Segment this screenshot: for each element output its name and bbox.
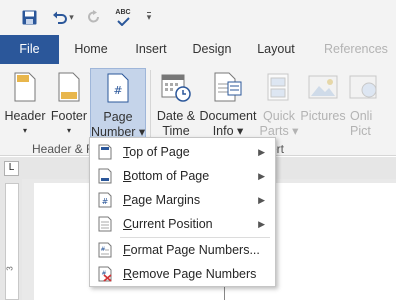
footer-label: Footer xyxy=(50,109,88,123)
undo-dropdown-arrow[interactable]: ▾ xyxy=(69,12,74,23)
menu-item-label: Top of Page xyxy=(123,145,190,159)
svg-text:#: # xyxy=(100,246,105,253)
spelling-label: ABC xyxy=(115,8,131,16)
header-icon xyxy=(14,72,36,102)
quick-access-toolbar: ▾ ABC ▾ xyxy=(0,0,396,35)
save-button[interactable] xyxy=(18,6,40,28)
menu-item-label: Bottom of Page xyxy=(123,169,210,183)
save-icon xyxy=(22,10,36,24)
calendar-icon xyxy=(161,74,191,102)
undo-icon xyxy=(53,11,68,24)
menu-item-remove-page-numbers[interactable]: # Remove Page Numbers xyxy=(90,262,275,286)
date-time-label-line1: Date & xyxy=(156,109,196,123)
menu-item-label: Format Page Numbers... xyxy=(123,243,260,257)
svg-text:#: # xyxy=(102,197,109,206)
menu-item-current-position[interactable]: Current Position ▶ xyxy=(90,212,275,236)
page-number-menu: Top of Page ▶ Bottom of Page ▶ # Page Ma… xyxy=(89,137,276,287)
ribbon-tab-bar: File Home Insert Design Layout Reference… xyxy=(0,35,396,64)
customize-arrow-icon: ▾ xyxy=(146,12,152,22)
header-dropdown-arrow: ▾ xyxy=(22,126,27,135)
tab-home[interactable]: Home xyxy=(64,35,118,64)
top-of-page-icon xyxy=(98,144,112,160)
tab-design[interactable]: Design xyxy=(184,35,240,64)
quick-parts-button[interactable]: Quick Parts ▾ xyxy=(258,68,300,140)
page-number-label-line1: Page xyxy=(103,110,133,124)
header-button[interactable]: Header ▾ xyxy=(2,68,48,140)
vertical-ruler-number: 3 xyxy=(5,266,15,271)
footer-dropdown-arrow: ▾ xyxy=(66,126,71,135)
menu-item-format-page-numbers[interactable]: # Format Page Numbers... xyxy=(90,238,275,262)
online-pictures-icon xyxy=(349,75,377,99)
menu-item-top-of-page[interactable]: Top of Page ▶ xyxy=(90,140,275,164)
tab-file[interactable]: File xyxy=(0,35,59,64)
header-label: Header xyxy=(4,109,46,123)
pictures-label: Pictures xyxy=(300,109,346,123)
current-position-icon xyxy=(98,216,112,232)
group-label-header-footer: Header & F xyxy=(32,142,94,156)
tab-insert[interactable]: Insert xyxy=(124,35,178,64)
checkmark-icon xyxy=(117,16,130,26)
page-margins-icon: # xyxy=(98,192,112,208)
menu-item-label: Page Margins xyxy=(123,193,201,207)
date-time-button[interactable]: Date & Time xyxy=(153,68,199,140)
remove-page-numbers-icon: # xyxy=(98,266,112,282)
quick-parts-icon xyxy=(267,73,289,101)
customize-qat-button[interactable]: ▾ xyxy=(142,6,156,28)
menu-item-label: Remove Page Numbers xyxy=(123,267,257,281)
page-number-icon: # xyxy=(107,73,129,103)
svg-text:#: # xyxy=(113,84,122,97)
footer-icon xyxy=(58,72,80,102)
menu-item-label: Current Position xyxy=(123,217,213,231)
online-pictures-button[interactable]: Onli Pict xyxy=(346,68,396,140)
spelling-button[interactable]: ABC xyxy=(112,6,134,28)
format-page-numbers-icon: # xyxy=(98,242,112,258)
submenu-arrow-icon: ▶ xyxy=(258,147,265,157)
submenu-arrow-icon: ▶ xyxy=(258,219,265,229)
redo-button[interactable] xyxy=(84,6,104,28)
tab-references[interactable]: References xyxy=(318,35,396,64)
document-info-icon xyxy=(214,72,242,102)
submenu-arrow-icon: ▶ xyxy=(258,171,265,181)
vertical-ruler-track: 3 xyxy=(5,183,19,300)
menu-item-bottom-of-page[interactable]: Bottom of Page ▶ xyxy=(90,164,275,188)
online-pictures-label-line1: Onli xyxy=(350,109,373,123)
page-number-button[interactable]: # Page Number ▾ xyxy=(90,68,146,141)
document-info-label-line1: Document xyxy=(199,109,257,123)
quick-parts-label-line1: Quick xyxy=(263,109,295,123)
bottom-of-page-icon xyxy=(98,168,112,184)
quick-parts-label-line2: Parts ▾ xyxy=(259,124,299,138)
pictures-icon xyxy=(308,75,338,99)
repeat-icon xyxy=(88,10,99,23)
document-info-button[interactable]: Document Info ▾ xyxy=(199,68,257,140)
online-pictures-label-line2: Pict xyxy=(350,124,371,138)
undo-button[interactable]: ▾ xyxy=(48,6,78,28)
pictures-button[interactable]: Pictures xyxy=(300,68,346,140)
date-time-label-line2: Time xyxy=(162,124,190,138)
menu-item-page-margins[interactable]: # Page Margins ▶ xyxy=(90,188,275,212)
tab-selector[interactable]: L xyxy=(4,161,19,176)
document-info-label-line2: Info ▾ xyxy=(212,124,244,138)
vertical-ruler: 3 xyxy=(0,179,22,300)
footer-button[interactable]: Footer ▾ xyxy=(48,68,90,140)
tab-layout[interactable]: Layout xyxy=(248,35,304,64)
submenu-arrow-icon: ▶ xyxy=(258,195,265,205)
